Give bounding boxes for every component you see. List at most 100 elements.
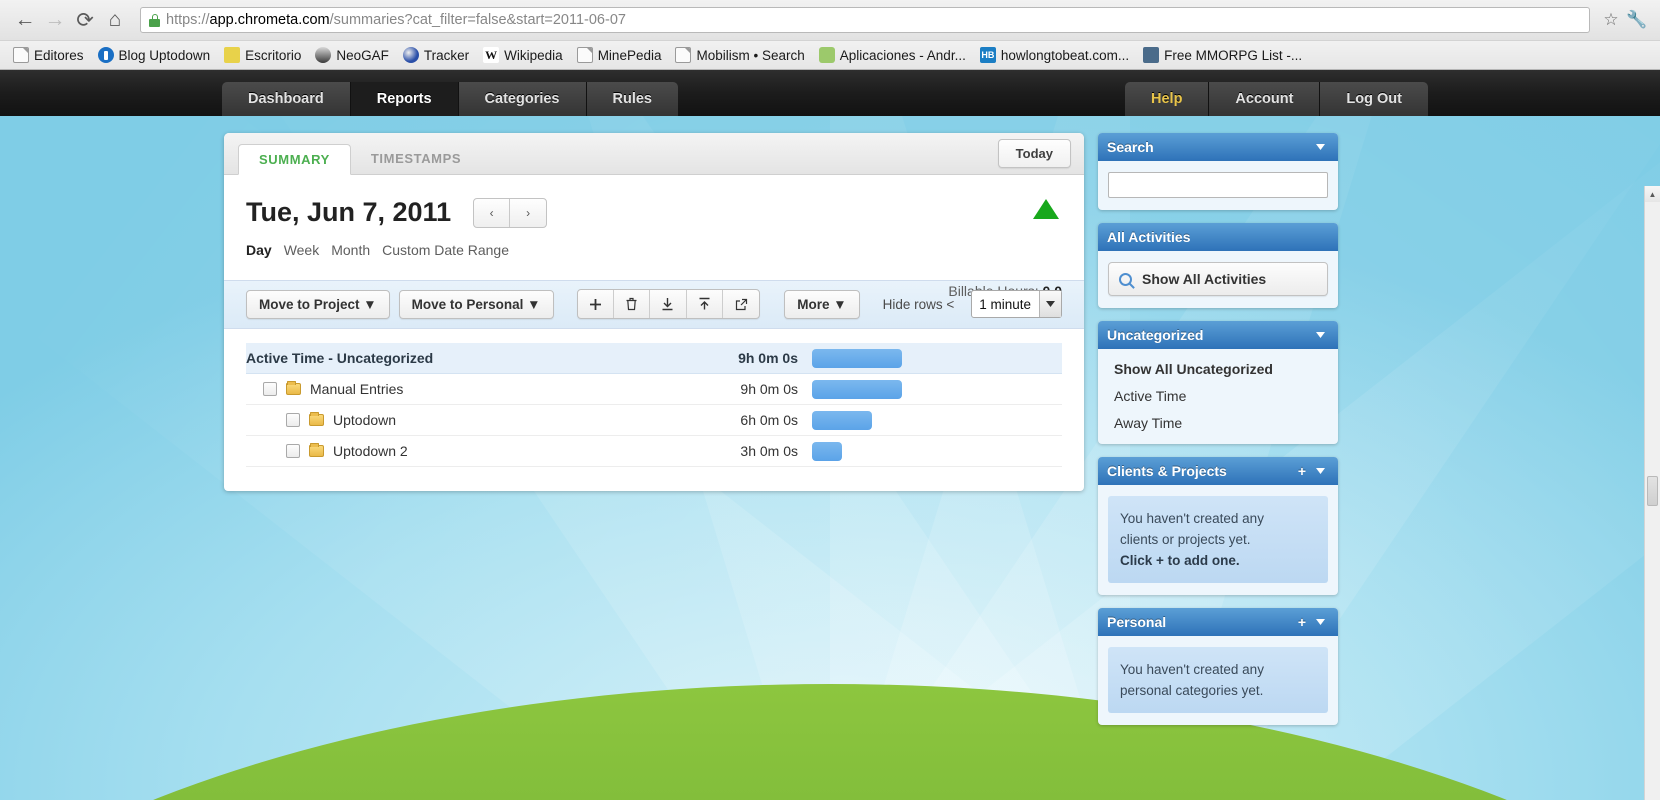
- url-path: /summaries?cat_filter=false&start=2011-0…: [329, 12, 626, 28]
- chevron-down-icon[interactable]: [1311, 326, 1329, 344]
- row-checkbox[interactable]: [286, 413, 300, 427]
- nav-tab-dashboard[interactable]: Dashboard: [222, 82, 351, 116]
- nav-tab-help[interactable]: Help: [1125, 82, 1210, 116]
- add-icon[interactable]: [578, 290, 614, 318]
- date-block: Tue, Jun 7, 2011 ‹ › Day Week Month Custom …: [224, 175, 1084, 299]
- bookmark-item[interactable]: Free MMORPG List -...: [1136, 45, 1309, 65]
- uncategorized-title: Uncategorized: [1107, 327, 1204, 343]
- table-row[interactable]: Manual Entries 9h 0m 0s: [246, 374, 1062, 405]
- bookmark-item[interactable]: Escritorio: [217, 45, 308, 65]
- range-option-custom-date-range[interactable]: Custom Date Range: [382, 242, 509, 258]
- hltb-icon: HB: [979, 47, 996, 63]
- table-row[interactable]: Uptodown 2 3h 0m 0s: [246, 436, 1062, 467]
- duration-bar: [812, 441, 842, 461]
- chevron-down-icon[interactable]: [1039, 291, 1061, 317]
- all-activities-card: All Activities Show All Activities: [1098, 223, 1338, 308]
- bookmark-label: Mobilism • Search: [696, 47, 805, 63]
- hide-rows-select[interactable]: 1 minute: [971, 290, 1062, 318]
- plus-icon[interactable]: +: [1293, 462, 1311, 480]
- table-row[interactable]: Uptodown 6h 0m 0s: [246, 405, 1062, 436]
- row-label: Uptodown: [333, 412, 397, 428]
- page-icon: [13, 47, 29, 63]
- row-checkbox[interactable]: [263, 382, 277, 396]
- bookmark-item[interactable]: W Wikipedia: [476, 45, 570, 65]
- row-bar-cell: [812, 379, 1062, 399]
- chevron-down-icon[interactable]: [1311, 462, 1329, 480]
- chevron-down-icon[interactable]: [1311, 138, 1329, 156]
- browser-toolbar: ← → ⟳ ⌂ https://app.chrometa.com/summari…: [0, 0, 1660, 40]
- tab-timestamps[interactable]: TIMESTAMPS: [351, 143, 481, 174]
- app-navigation-bar: Dashboard Reports Categories Rules Help Acco…: [0, 70, 1660, 116]
- empty-line-1: You haven't created any: [1120, 511, 1264, 526]
- empty-line-3: Click + to add one.: [1120, 553, 1240, 568]
- nav-tab-log-out[interactable]: Log Out: [1320, 82, 1428, 116]
- address-bar[interactable]: https://app.chrometa.com/summaries?cat_f…: [140, 7, 1590, 33]
- download-icon[interactable]: [650, 290, 687, 318]
- bookmark-item[interactable]: MinePedia: [570, 45, 669, 65]
- window-scrollbar[interactable]: ▲ ▼: [1644, 186, 1660, 800]
- collapse-icon[interactable]: [687, 290, 724, 318]
- row-duration: 3h 0m 0s: [740, 443, 798, 459]
- bookmark-item[interactable]: Editores: [6, 45, 91, 65]
- android-icon: [818, 47, 835, 63]
- popout-icon[interactable]: [723, 290, 759, 318]
- row-label: Manual Entries: [310, 381, 404, 397]
- panel-tab-bar: SUMMARY TIMESTAMPS Today: [224, 133, 1084, 175]
- personal-card: Personal + You haven't created any perso…: [1098, 608, 1338, 725]
- range-option-day[interactable]: Day: [246, 242, 272, 258]
- nav-tab-rules[interactable]: Rules: [586, 82, 678, 116]
- bookmark-label: Tracker: [423, 47, 470, 63]
- plus-icon[interactable]: +: [1293, 613, 1311, 631]
- range-option-week[interactable]: Week: [284, 242, 320, 258]
- today-button[interactable]: Today: [997, 139, 1071, 168]
- nav-tab-reports[interactable]: Reports: [350, 82, 459, 116]
- delete-icon[interactable]: [614, 290, 651, 318]
- scroll-up-button[interactable]: ▲: [1645, 186, 1660, 202]
- summary-panel: SUMMARY TIMESTAMPS Today Tue, Jun 7, 201…: [224, 133, 1084, 491]
- uncategorized-link-active-time[interactable]: Active Time: [1114, 388, 1328, 404]
- primary-nav-group: Dashboard Reports Categories Rules: [222, 82, 678, 116]
- bookmark-item[interactable]: Blog Uptodown: [91, 45, 218, 65]
- range-option-month[interactable]: Month: [331, 242, 370, 258]
- empty-line-2: clients or projects yet.: [1120, 532, 1251, 547]
- uncategorized-link-away-time[interactable]: Away Time: [1114, 415, 1328, 431]
- url-scheme: https://: [166, 12, 210, 28]
- page-body: SUMMARY TIMESTAMPS Today Tue, Jun 7, 201…: [0, 116, 1660, 800]
- tab-summary[interactable]: SUMMARY: [238, 144, 351, 175]
- table-header-row[interactable]: Active Time - Uncategorized 9h 0m 0s: [246, 343, 1062, 374]
- wrench-menu-icon[interactable]: 🔧: [1624, 7, 1650, 33]
- bookmark-item[interactable]: NeoGAF: [308, 45, 396, 65]
- star-icon[interactable]: ☆: [1598, 7, 1624, 33]
- move-to-personal-button[interactable]: Move to Personal ▼: [398, 289, 554, 319]
- next-day-button[interactable]: ›: [510, 199, 546, 227]
- bookmark-item[interactable]: Mobilism • Search: [668, 45, 811, 65]
- page-icon: [576, 47, 593, 63]
- bookmark-label: NeoGAF: [336, 47, 389, 63]
- all-activities-title: All Activities: [1107, 229, 1191, 245]
- forward-arrow-icon[interactable]: →: [40, 5, 70, 35]
- uncategorized-link-show-all-uncategorized[interactable]: Show All Uncategorized: [1114, 361, 1328, 377]
- search-card-header: Search: [1098, 133, 1338, 161]
- up-triangle-icon: [1033, 199, 1059, 219]
- show-all-activities-button[interactable]: Show All Activities: [1108, 262, 1328, 296]
- scrollbar-thumb[interactable]: [1647, 476, 1658, 506]
- bookmark-item[interactable]: HB howlongtobeat.com...: [973, 45, 1136, 65]
- page-icon: [675, 47, 692, 63]
- icon-button-group: [576, 289, 761, 319]
- back-arrow-icon[interactable]: ←: [10, 5, 40, 35]
- mmorpg-icon: [1143, 47, 1160, 63]
- chevron-down-icon[interactable]: [1311, 613, 1329, 631]
- duration-bar: [812, 348, 902, 368]
- bookmark-item[interactable]: Aplicaciones - Andr...: [812, 45, 973, 65]
- search-input[interactable]: [1108, 172, 1328, 198]
- row-checkbox[interactable]: [286, 444, 300, 458]
- nav-tab-categories[interactable]: Categories: [458, 82, 587, 116]
- reload-icon[interactable]: ⟳: [70, 5, 100, 35]
- bookmark-item[interactable]: Tracker: [396, 45, 476, 65]
- more-button[interactable]: More ▼: [784, 289, 860, 319]
- previous-day-button[interactable]: ‹: [474, 198, 511, 227]
- show-all-activities-label: Show All Activities: [1142, 271, 1267, 287]
- nav-tab-account[interactable]: Account: [1209, 82, 1321, 116]
- home-icon[interactable]: ⌂: [100, 5, 130, 35]
- move-to-project-button[interactable]: Move to Project ▼: [246, 289, 390, 319]
